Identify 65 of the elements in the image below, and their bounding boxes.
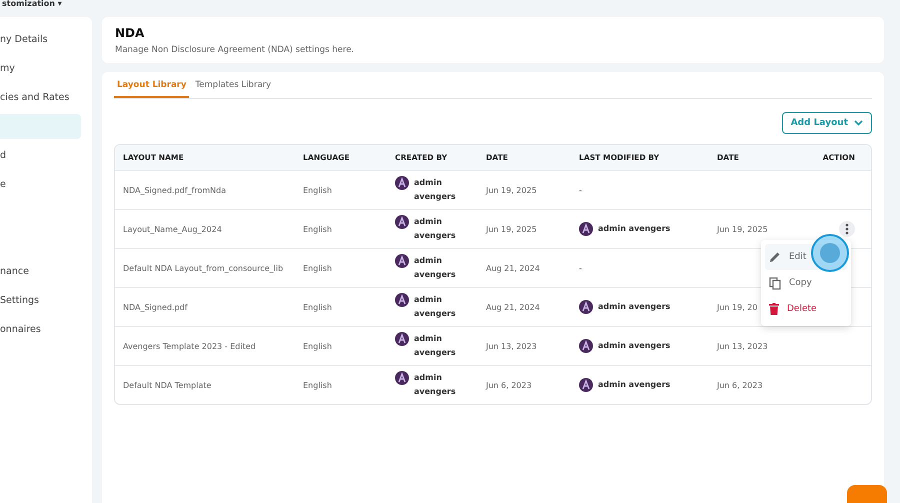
avatar-icon <box>395 215 409 229</box>
sidebar-item[interactable]: Settings <box>0 288 81 313</box>
table-cell: Jun 6, 2023 <box>717 380 763 390</box>
table-cell-text: Aug 21, 2024 <box>485 302 541 312</box>
table-cell-text: English <box>302 264 333 272</box>
table-cell: - <box>579 186 582 194</box>
table-cell-text: English <box>302 342 333 350</box>
table-cell-text: English <box>302 186 333 194</box>
avatar-icon <box>579 378 593 392</box>
user-name: admin avengers <box>414 255 457 281</box>
kebab-icon <box>845 223 849 235</box>
sidebar-item[interactable]: nance <box>0 259 81 284</box>
menu-item[interactable]: Delete <box>765 296 847 322</box>
table-cell-text: Default NDA Template <box>122 380 212 390</box>
more-options-button[interactable] <box>839 221 855 237</box>
user-name: admin avengers <box>414 333 457 359</box>
table-cell-text: NDA_Signed.pdf <box>122 302 189 312</box>
page-title: NDA <box>115 26 146 40</box>
avatar-icon <box>579 339 593 353</box>
avatar-icon <box>395 371 409 385</box>
avatar-icon <box>395 176 409 190</box>
page-subtitle: Manage Non Disclosure Agreement (NDA) settings here. <box>115 45 356 55</box>
table-cell: Jun 13, 2023 <box>717 342 768 350</box>
menu-item[interactable]: Copy <box>765 270 847 296</box>
chevron-down-icon <box>854 120 863 126</box>
sidebar-item[interactable]: ny Details <box>0 27 81 52</box>
table-cell-text: NDA_Signed.pdf_fromNda <box>122 186 228 194</box>
sidebar-item[interactable]: e <box>0 172 81 197</box>
sidebar-item[interactable]: onnaires <box>0 317 81 342</box>
table-cell-text: English <box>302 380 333 390</box>
table-cell-text: English <box>302 302 333 312</box>
table-cell-text: Aug 21, 2024 <box>485 264 541 272</box>
user-name: admin avengers <box>414 177 457 203</box>
user-name: admin avengers <box>414 372 457 398</box>
pencil-icon <box>769 251 781 263</box>
breadcrumb-label[interactable]: stomization ▾ <box>0 0 62 8</box>
avatar-icon <box>395 332 409 346</box>
avatar-icon <box>579 222 593 236</box>
avatar-icon <box>579 300 593 314</box>
table-cell: Jun 19, 2025 <box>717 224 768 234</box>
user-name: admin avengers <box>598 340 670 352</box>
table-cell-text: Jun 6, 2023 <box>484 380 533 390</box>
user-name: admin avengers <box>598 379 670 391</box>
table-cell-text: Jun 13, 2023 <box>484 342 538 350</box>
table-cell: Jun 19, 20 <box>717 302 758 312</box>
table-cell: - <box>579 264 582 272</box>
table-cell-text: English <box>302 224 333 234</box>
click-indicator-overlay <box>811 234 849 272</box>
user-name: admin avengers <box>598 301 670 313</box>
table-cell-text: Jun 19, 2025 <box>484 186 538 194</box>
user-name: admin avengers <box>598 223 670 235</box>
user-name: admin avengers <box>414 216 457 242</box>
sidebar-item[interactable]: d <box>0 143 81 168</box>
tab[interactable]: Templates Library <box>192 78 274 98</box>
user-name: admin avengers <box>414 294 457 320</box>
table-cell-text: Default NDA Layout_from_consource_lib <box>122 264 284 272</box>
avatar-icon <box>395 254 409 268</box>
sidebar-item[interactable]: cies and Rates <box>0 85 81 110</box>
table-cell-text: Avengers Template 2023 - Edited <box>122 342 257 350</box>
trash-icon <box>769 303 779 315</box>
avatar-icon <box>395 293 409 307</box>
sidebar-item[interactable]: my <box>0 56 81 81</box>
copy-icon <box>769 276 781 290</box>
table-cell-text: Layout_Name_Aug_2024 <box>122 224 223 234</box>
table-cell-text: Jun 19, 2025 <box>484 224 538 234</box>
